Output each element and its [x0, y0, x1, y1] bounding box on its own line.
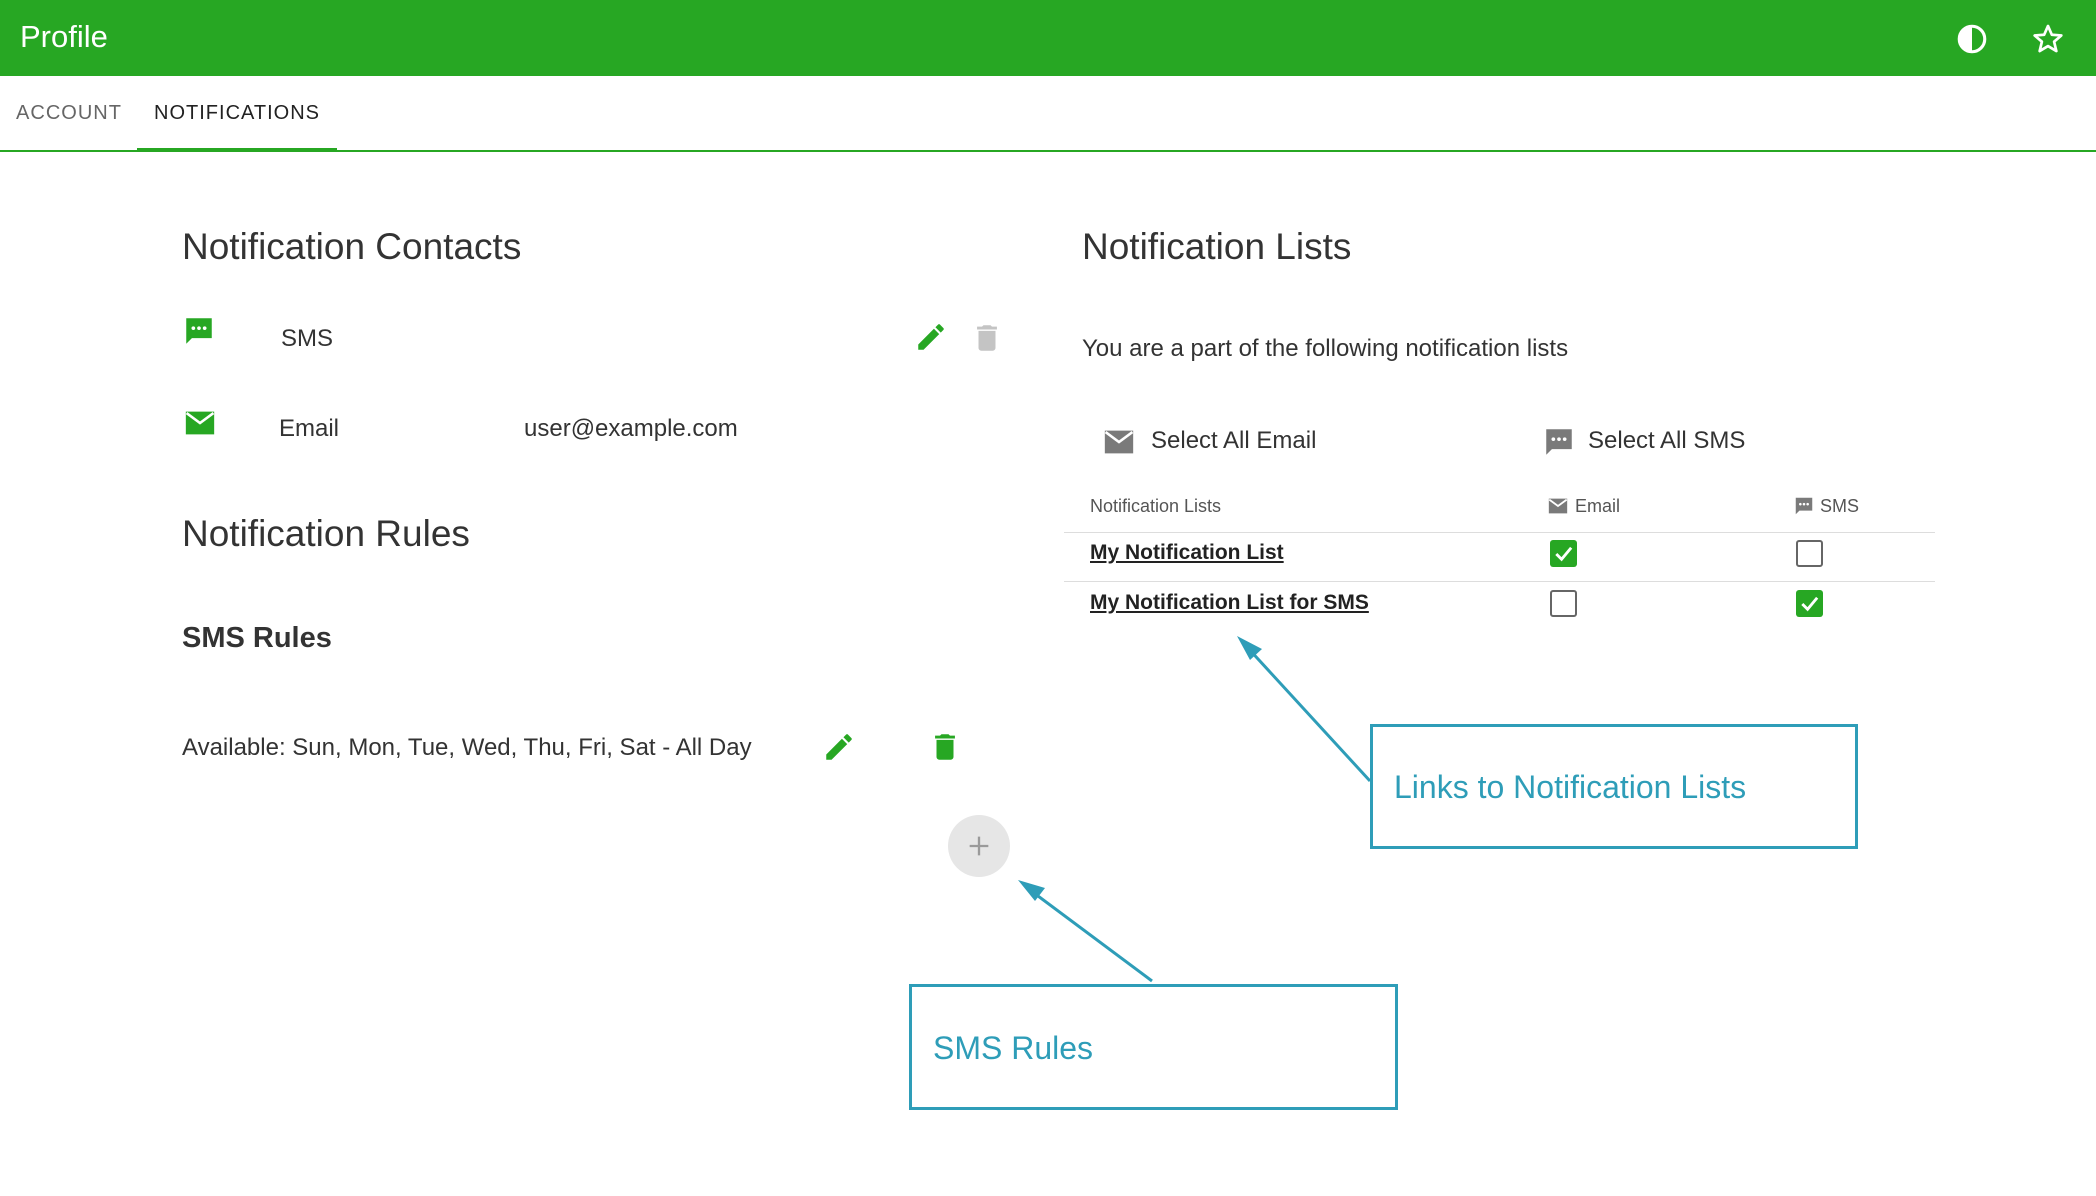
email-checkbox-row-1[interactable] — [1550, 540, 1577, 567]
column-header-email: Email — [1575, 496, 1621, 516]
sms-icon — [1546, 429, 1572, 455]
column-header-sms: SMS — [1820, 496, 1860, 516]
email-icon — [1548, 498, 1568, 514]
sms-checkbox-row-1[interactable] — [1796, 540, 1823, 567]
contact-type-email: Email — [279, 415, 340, 442]
delete-sms-contact-trash-icon[interactable] — [970, 321, 1004, 355]
select-all-email-label: Select All Email — [1151, 427, 1317, 454]
page-title: Profile — [20, 19, 108, 54]
email-icon — [185, 411, 215, 435]
column-header-lists: Notification Lists — [1090, 496, 1222, 516]
table-divider — [1064, 532, 1935, 533]
sms-icon — [1795, 497, 1813, 515]
star-outline-icon[interactable] — [2031, 22, 2065, 56]
delete-sms-rule-trash-icon[interactable] — [928, 730, 962, 764]
lists-title: Notification Lists — [1082, 226, 1352, 267]
contact-value-email: user@example.com — [524, 415, 738, 442]
contacts-title: Notification Contacts — [182, 226, 522, 267]
check-icon — [1801, 596, 1819, 612]
select-all-sms-label: Select All SMS — [1588, 427, 1746, 454]
plus-icon — [969, 836, 989, 856]
callout-text-sms-rules: SMS Rules — [933, 1030, 1094, 1066]
app-bar: Profile — [0, 0, 2096, 76]
tab-account[interactable]: ACCOUNT — [14, 76, 124, 150]
tab-notifications[interactable]: NOTIFICATIONS — [137, 76, 337, 150]
sms-icon — [186, 318, 212, 344]
sms-rules-title: SMS Rules — [182, 622, 332, 654]
select-all-sms-button[interactable]: Select All SMS — [1542, 418, 1772, 464]
notification-list-link[interactable]: My Notification List for SMS — [1090, 591, 1369, 615]
contact-type-sms: SMS — [281, 325, 334, 352]
callout-text-lists: Links to Notification Lists — [1394, 769, 1747, 805]
select-all-email-button[interactable]: Select All Email — [1102, 418, 1342, 464]
lists-description: You are a part of the following notifica… — [1082, 335, 1569, 362]
callout-box-lists: Links to Notification Lists — [1370, 724, 1858, 849]
notification-list-link[interactable]: My Notification List — [1090, 541, 1284, 565]
email-icon — [1104, 430, 1134, 454]
edit-sms-contact-pencil-icon[interactable] — [914, 320, 948, 354]
table-divider — [1064, 581, 1935, 582]
tab-bar: ACCOUNT NOTIFICATIONS — [0, 76, 2096, 152]
rules-title: Notification Rules — [182, 513, 470, 554]
active-tab-indicator — [137, 148, 337, 152]
check-icon — [1555, 546, 1573, 562]
email-checkbox-row-2[interactable] — [1550, 590, 1577, 617]
callout-box-sms-rules: SMS Rules — [909, 984, 1398, 1110]
contrast-icon[interactable] — [1955, 22, 1989, 56]
add-sms-rule-button[interactable] — [948, 815, 1010, 877]
edit-sms-rule-pencil-icon[interactable] — [822, 730, 856, 764]
sms-checkbox-row-2[interactable] — [1796, 590, 1823, 617]
sms-rule-text: Available: Sun, Mon, Tue, Wed, Thu, Fri,… — [182, 734, 752, 761]
